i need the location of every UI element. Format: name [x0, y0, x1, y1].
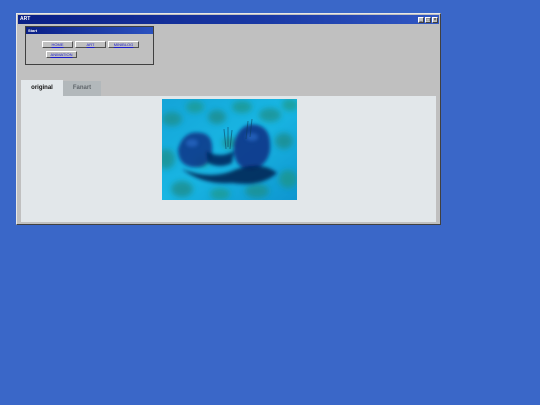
nav-art-button[interactable]: ART: [75, 41, 106, 48]
tab-bar: original Fanart: [21, 80, 101, 96]
tab-fanart[interactable]: Fanart: [63, 81, 101, 96]
desktop: ART _ □ × Start HOME ART MINIBLOG ANIMAT…: [0, 0, 540, 405]
painting-icon: [162, 99, 297, 200]
art-window: ART _ □ × Start HOME ART MINIBLOG ANIMAT…: [16, 13, 441, 225]
nav-row-2: ANIMATION: [46, 51, 77, 58]
close-button[interactable]: ×: [432, 16, 438, 23]
window-titlebar[interactable]: ART _ □ ×: [18, 15, 439, 24]
nav-miniblog-button[interactable]: MINIBLOG: [108, 41, 139, 48]
nav-animation-button[interactable]: ANIMATION: [46, 51, 77, 58]
artwork-image: [162, 99, 297, 200]
tab-content: [21, 96, 436, 222]
nav-row-1: HOME ART MINIBLOG: [42, 41, 139, 48]
start-panel-title: Start: [26, 27, 153, 34]
window-controls: _ □ ×: [418, 16, 439, 23]
nav-home-button[interactable]: HOME: [42, 41, 73, 48]
minimize-button[interactable]: _: [418, 16, 424, 23]
window-title: ART: [20, 16, 31, 22]
maximize-button[interactable]: □: [425, 16, 431, 23]
tab-original[interactable]: original: [21, 80, 63, 96]
start-panel: Start HOME ART MINIBLOG ANIMATION: [25, 26, 154, 65]
